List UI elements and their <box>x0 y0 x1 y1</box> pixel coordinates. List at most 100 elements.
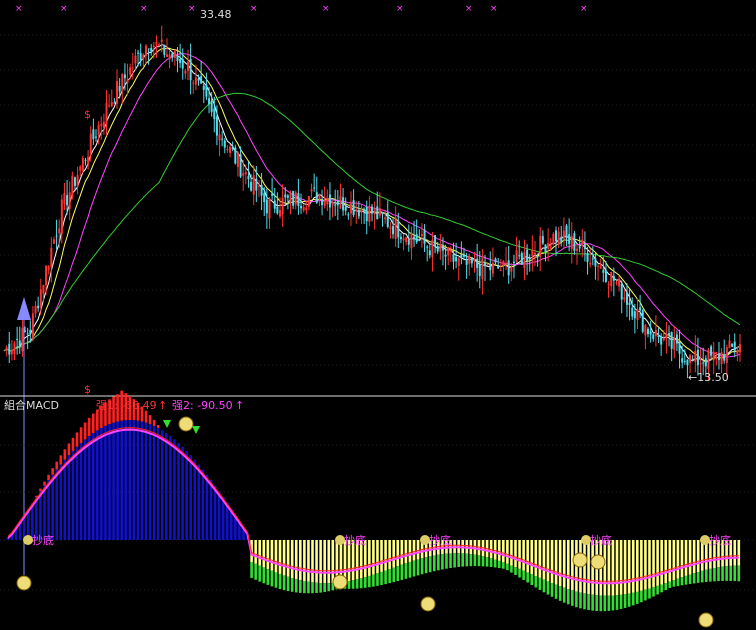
candle-body <box>302 206 305 211</box>
macd-bar-green-extension <box>388 569 391 584</box>
macd-bar-positive <box>43 485 46 540</box>
candle-body <box>184 70 187 74</box>
candle-body <box>118 86 121 92</box>
macd-bar-green-extension <box>644 589 647 601</box>
candle-body <box>407 239 410 245</box>
candle-body <box>192 82 195 84</box>
candle-body <box>447 247 450 256</box>
candle-body <box>618 278 621 287</box>
candle-body <box>79 166 82 171</box>
candle-body <box>439 244 442 252</box>
macd-bar-negative <box>311 540 314 583</box>
candle-body <box>21 327 24 352</box>
macd-bar-positive <box>112 422 115 540</box>
macd-bar-green-extension <box>262 567 266 584</box>
candle-body <box>444 254 447 257</box>
macd-bar-green-extension <box>530 574 534 586</box>
candle-body <box>544 244 547 253</box>
candle-body <box>360 209 363 213</box>
macd-bar-negative <box>562 540 566 588</box>
candle-body <box>436 246 439 252</box>
candle-body <box>113 102 116 104</box>
macd-bar-negative <box>566 540 570 590</box>
macd-bar-red-extension <box>91 413 95 434</box>
candle-body <box>8 343 11 355</box>
candle-body <box>573 233 576 251</box>
macd-bar-positive <box>75 446 79 540</box>
macd-bar-green-extension <box>575 591 578 608</box>
macd-bar-positive <box>185 450 188 540</box>
candle-body <box>515 250 518 263</box>
candle-body <box>505 262 508 265</box>
macd-bar-green-extension <box>437 554 440 571</box>
macd-bar-positive <box>213 485 217 540</box>
macd-bar-green-extension <box>433 555 436 572</box>
macd-bar-negative <box>331 540 335 584</box>
candle-body <box>623 297 626 300</box>
candle-body <box>226 149 229 151</box>
candle-body <box>394 218 397 239</box>
candle-body <box>355 209 358 212</box>
macd-bar-negative <box>676 540 680 579</box>
macd-bar-negative <box>672 540 676 581</box>
candle-body <box>71 175 74 198</box>
bottom-label: 抄底 <box>590 533 612 547</box>
macd-bar-green-extension <box>303 580 306 594</box>
candle-body <box>654 330 657 336</box>
candle-body <box>399 236 402 240</box>
candle-body <box>50 247 53 268</box>
candle-body <box>147 48 150 50</box>
macd-bar-green-extension <box>583 593 586 610</box>
macd-bar-green-extension <box>355 579 359 589</box>
macd-bar-green-extension <box>542 579 546 593</box>
candle-body <box>155 41 158 45</box>
candle-body <box>134 55 137 64</box>
macd-bar-positive <box>160 430 164 540</box>
candle-body <box>250 181 253 191</box>
candle-body <box>413 236 416 240</box>
candle-body <box>610 271 613 287</box>
candle-body <box>612 275 615 281</box>
macd-bar-positive <box>128 420 132 540</box>
candle-body <box>347 214 350 216</box>
candle-body <box>244 172 247 175</box>
macd-bar-red-extension <box>79 427 83 443</box>
dollar-mark-upper: $ <box>84 108 91 121</box>
macd-bar-negative <box>583 540 586 594</box>
smiley-icon <box>420 596 436 612</box>
macd-bar-negative <box>660 540 663 585</box>
candle-body <box>694 350 697 362</box>
macd-bar-green-extension <box>428 556 432 573</box>
candle-body <box>152 45 155 48</box>
macd-bar-green-extension <box>664 583 668 591</box>
candle-body <box>16 338 19 340</box>
candle-body <box>625 292 628 305</box>
candle-body <box>18 340 21 347</box>
candle-body <box>73 177 76 186</box>
candle-body <box>689 354 692 363</box>
candle-body <box>95 136 97 138</box>
macd-bar-green-extension <box>254 563 257 580</box>
macd-bar-negative <box>688 540 692 575</box>
candle-body <box>576 248 579 251</box>
candle-body <box>187 61 189 71</box>
candle-body <box>158 44 161 47</box>
candle-body <box>528 258 531 260</box>
candle-body <box>604 270 607 282</box>
candle-body <box>92 129 95 140</box>
macd-bar-positive <box>91 433 95 540</box>
macd-bar-green-extension <box>571 590 574 606</box>
macd-bar-green-extension <box>554 584 558 599</box>
macd-bar-negative <box>514 540 517 568</box>
macd-bar-negative <box>388 540 391 570</box>
macd-bar-negative <box>303 540 306 581</box>
macd-bar-green-extension <box>717 567 720 582</box>
macd-bar-positive <box>96 430 99 540</box>
candle-body <box>673 338 676 350</box>
top-x-marker: × <box>396 4 404 14</box>
candle-body <box>334 204 337 206</box>
macd-bar-green-extension <box>266 569 270 585</box>
candle-body <box>620 283 623 300</box>
macd-bar-positive <box>144 422 148 540</box>
candle-body <box>481 257 484 279</box>
